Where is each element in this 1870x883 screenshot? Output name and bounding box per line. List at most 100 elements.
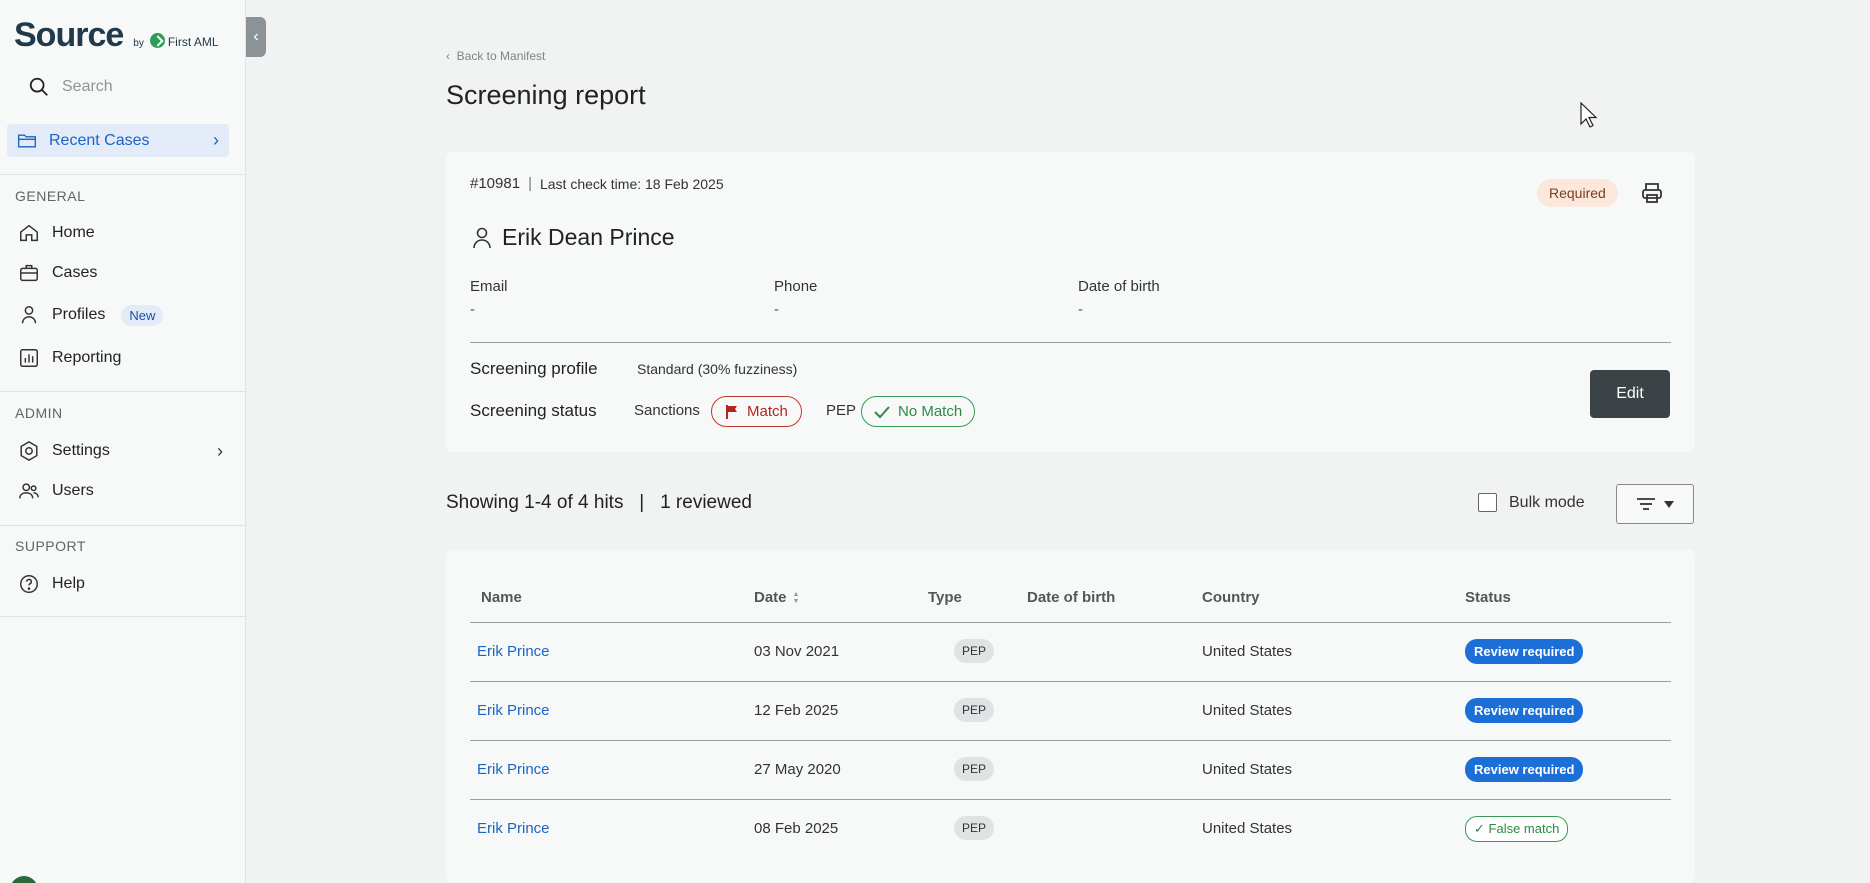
hit-name-link[interactable]: Erik Prince (477, 820, 550, 837)
column-date: Date (754, 589, 787, 606)
separator: | (528, 175, 532, 192)
section-general: GENERAL (15, 188, 86, 204)
screening-status-label: Screening status (470, 401, 597, 420)
field-value: - (1078, 301, 1083, 318)
search-input[interactable]: Search (62, 78, 113, 96)
divider (470, 342, 1671, 343)
filter-icon (1637, 498, 1655, 510)
hit-date: 08 Feb 2025 (754, 820, 839, 837)
brand-logo[interactable]: Source by First AML (14, 16, 219, 55)
bulk-mode-checkbox[interactable] (1478, 493, 1497, 512)
field-value: - (470, 301, 475, 318)
case-summary-card: #10981 | Last check time: 18 Feb 2025 Re… (446, 152, 1695, 452)
sidebar-item-label: Settings (52, 442, 110, 459)
sidebar-item-reporting[interactable]: Reporting (18, 347, 223, 369)
recent-cases-button[interactable]: Recent Cases › (7, 124, 229, 157)
hit-country: United States (1202, 761, 1293, 778)
hits-summary: Showing 1-4 of 4 hits | 1 reviewed (446, 492, 752, 514)
users-icon (19, 483, 39, 499)
new-badge: New (121, 304, 164, 326)
sidebar-item-home[interactable]: Home (18, 222, 223, 244)
report-chart-icon (20, 349, 38, 367)
person-icon (473, 227, 491, 248)
sidebar-item-cases[interactable]: Cases (18, 262, 223, 284)
page-title: Screening report (446, 80, 646, 110)
sidebar-item-settings[interactable]: Settings › (18, 440, 223, 462)
hit-date: 03 Nov 2021 (754, 643, 840, 660)
sanctions-match-badge: Match (711, 396, 802, 427)
section-admin: ADMIN (15, 405, 63, 421)
match-label: Match (747, 403, 788, 420)
screening-profile-label: Screening profile (470, 359, 598, 378)
table-row[interactable]: Erik Prince 08 Feb 2025 PEP United State… (470, 800, 1671, 859)
case-id: #10981 (470, 175, 521, 192)
sidebar-item-label: Users (52, 482, 94, 499)
email-field: Email - (470, 278, 508, 318)
divider (0, 391, 246, 392)
flag-icon (726, 404, 737, 419)
section-support: SUPPORT (15, 538, 86, 554)
hit-name-link[interactable]: Erik Prince (477, 702, 550, 719)
table-row[interactable]: Erik Prince 12 Feb 2025 PEP United State… (470, 682, 1671, 741)
hit-date: 27 May 2020 (754, 761, 841, 778)
dob-field: Date of birth - (1078, 278, 1160, 318)
hits-count: Showing 1-4 of 4 hits (446, 492, 624, 513)
chevron-left-icon: ‹ (253, 28, 259, 45)
status-badge: Review required (1465, 639, 1584, 664)
field-value: - (774, 301, 779, 318)
column-date-sort[interactable]: Date ▲ ▼ (754, 589, 799, 606)
briefcase-icon (20, 264, 38, 282)
divider (0, 616, 246, 617)
field-label: Email (470, 278, 508, 295)
person-name-text: Erik Dean Prince (502, 224, 675, 250)
person-name: Erik Dean Prince (470, 224, 675, 251)
hit-date: 12 Feb 2025 (754, 702, 839, 719)
brand-partner: First AML (167, 35, 219, 49)
back-link-label: Back to Manifest (456, 49, 546, 63)
divider (0, 525, 246, 526)
false-match-label: False match (1488, 821, 1560, 836)
type-badge: PEP (954, 816, 995, 840)
sidebar-item-label: Reporting (52, 349, 122, 366)
caret-down-icon (1664, 500, 1674, 508)
column-type: Type (928, 589, 962, 606)
bulk-mode-toggle[interactable]: Bulk mode (1478, 493, 1585, 512)
filter-button[interactable] (1616, 484, 1694, 524)
person-icon (21, 306, 37, 324)
sidebar-item-profiles[interactable]: Profiles New (18, 304, 223, 326)
column-dob: Date of birth (1027, 589, 1116, 606)
back-link[interactable]: ‹ Back to Manifest (446, 49, 545, 63)
type-badge: PEP (954, 698, 995, 722)
search-icon (29, 77, 48, 96)
last-check-time: Last check time: 18 Feb 2025 (539, 175, 724, 192)
first-aml-logo-icon (149, 33, 165, 48)
sidebar: Source by First AML Search Recent Cases … (0, 0, 246, 883)
table-row[interactable]: Erik Prince 03 Nov 2021 PEP United State… (470, 623, 1671, 682)
sidebar-item-help[interactable]: Help (18, 573, 223, 595)
separator: | (639, 492, 645, 513)
hit-name-link[interactable]: Erik Prince (477, 761, 550, 778)
type-badge: PEP (954, 639, 995, 663)
hit-country: United States (1202, 820, 1293, 837)
type-badge: PEP (954, 757, 995, 781)
sidebar-item-label: Help (52, 575, 85, 592)
sidebar-item-label: Home (52, 224, 95, 241)
gear-icon (20, 440, 38, 462)
hit-country: United States (1202, 702, 1293, 719)
status-badge: Review required (1465, 698, 1584, 723)
table-row[interactable]: Erik Prince 27 May 2020 PEP United State… (470, 741, 1671, 800)
pep-label: PEP (826, 402, 857, 419)
sidebar-search[interactable]: Search (28, 76, 113, 98)
edit-button[interactable]: Edit (1590, 370, 1670, 418)
status-badge: Review required (1465, 757, 1584, 782)
sidebar-item-users[interactable]: Users (18, 480, 223, 502)
help-icon (20, 575, 38, 593)
sort-icon: ▲ ▼ (792, 590, 800, 605)
column-name[interactable]: Name (481, 589, 522, 606)
collapse-sidebar-button[interactable]: ‹ (246, 17, 266, 57)
column-status: Status (1465, 589, 1511, 606)
hit-name-link[interactable]: Erik Prince (477, 643, 550, 660)
field-label: Date of birth (1078, 278, 1160, 295)
pep-no-match-badge: No Match (861, 396, 976, 427)
print-icon[interactable] (1640, 181, 1664, 205)
